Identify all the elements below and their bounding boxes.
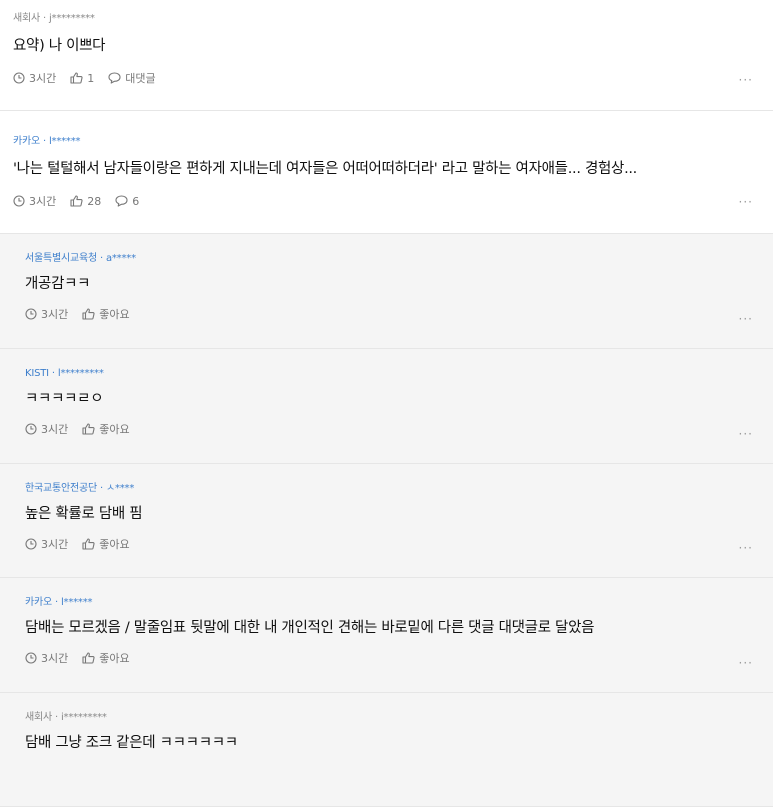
meta-separator: · [48, 368, 58, 379]
post-item[interactable]: 카카오 · l****** '나는 털털해서 남자들이랑은 편하게 지내는데 여… [0, 111, 773, 234]
reply-meta: 카카오 · l****** [25, 596, 753, 610]
reply-text: 담배 그냥 조크 같은데 ㅋㅋㅋㅋㅋㅋ [25, 734, 238, 751]
post-meta: 새회사 · j********* [13, 12, 761, 26]
time-stat: 3시간 [25, 421, 68, 437]
thumbs-up-icon [70, 72, 83, 84]
post-meta: 카카오 · l****** [13, 135, 761, 149]
like-label: 좋아요 [99, 537, 130, 551]
comment-button[interactable]: 6 [115, 195, 139, 208]
clock-icon [25, 308, 37, 320]
time-stat: 3시간 [13, 70, 56, 86]
reply-meta: KISTI · l********* [25, 367, 753, 381]
thumbs-up-icon [82, 308, 95, 320]
post-stats: 3시간 1 대댓글 [13, 70, 761, 86]
reply-meta: 한국교통안전공단 · ㅅ**** [25, 482, 753, 496]
more-dots-icon[interactable]: ··· [739, 541, 753, 555]
comment-count: 6 [132, 194, 140, 208]
clock-icon [13, 72, 25, 84]
reply-meta: 서울특별시교육청 · a***** [25, 252, 753, 266]
reply-meta: 새회사 · i********* [25, 711, 753, 725]
reply-stats: 3시간 좋아요 [25, 421, 753, 437]
post-item[interactable]: 새회사 · j********* 요약) 나 이쁘다 3시간 1 대댓글 ··· [0, 0, 773, 111]
thumbs-up-icon [82, 423, 95, 435]
reply-stats: 3시간 좋아요 [25, 306, 753, 322]
reply-text: 담배는 모르겠음 / 말줄임표 뒷말에 대한 내 개인적인 견해는 바로밑에 다… [25, 620, 595, 637]
post-stats: 3시간 28 6 [13, 193, 761, 209]
time-stat: 3시간 [25, 650, 68, 666]
reply-text: 개공감ㅋㅋ [25, 276, 91, 292]
more-dots-icon[interactable]: ··· [739, 195, 753, 209]
post-title[interactable]: '나는 털털해서 남자들이랑은 편하게 지내는데 여자들은 어떠어떠하더라' 라… [13, 159, 761, 179]
time-text: 3시간 [29, 195, 57, 208]
reply-stats: 3시간 좋아요 [25, 536, 753, 552]
time-stat: 3시간 [25, 306, 68, 322]
company-name[interactable]: 카카오 [25, 597, 52, 608]
more-dots-icon[interactable]: ··· [739, 73, 753, 87]
feed: 새회사 · j********* 요약) 나 이쁘다 3시간 1 대댓글 ···… [0, 0, 773, 807]
thumbs-up-icon [82, 652, 95, 664]
user-id: i********* [60, 711, 107, 723]
meta-separator: · [52, 711, 61, 723]
more-dots-icon[interactable]: ··· [739, 427, 753, 441]
reply-item[interactable]: 서울특별시교육청 · a***** 개공감ㅋㅋ 3시간 좋아요 ··· [0, 234, 773, 349]
reply-text: ㅋㅋㅋㅋㄹㅇ [25, 391, 104, 407]
like-label: 좋아요 [99, 308, 130, 321]
post-title[interactable]: 요약) 나 이쁘다 [13, 36, 761, 56]
company-name[interactable]: 서울특별시교육청 [25, 253, 97, 264]
clock-icon [25, 538, 37, 550]
like-label: 좋아요 [99, 652, 130, 666]
more-dots-icon[interactable]: ··· [739, 656, 753, 670]
company-name[interactable]: 카카오 [13, 136, 40, 147]
like-button[interactable]: 좋아요 [82, 536, 130, 552]
user-id: ㅅ**** [105, 482, 135, 494]
like-button[interactable]: 좋아요 [82, 421, 130, 437]
clock-icon [25, 652, 37, 664]
user-id: l****** [48, 136, 81, 147]
speech-bubble-icon [108, 72, 121, 84]
meta-separator: · [97, 482, 106, 494]
thumbs-up-icon [70, 195, 83, 207]
like-count: 1 [87, 71, 95, 85]
clock-icon [25, 423, 37, 435]
more-dots-icon[interactable]: ··· [739, 312, 753, 326]
user-id: l****** [60, 597, 93, 609]
meta-separator: · [52, 597, 61, 609]
clock-icon [13, 195, 25, 207]
company-name[interactable]: 새회사 [25, 712, 52, 723]
like-button[interactable]: 28 [70, 195, 101, 208]
company-name[interactable]: 새회사 [13, 13, 40, 24]
reply-item[interactable]: KISTI · l********* ㅋㅋㅋㅋㄹㅇ 3시간 좋아요 ··· [0, 349, 773, 464]
reply-stats: 3시간 좋아요 [25, 650, 753, 666]
time-text: 3시간 [41, 308, 69, 321]
meta-separator: · [97, 253, 106, 264]
time-text: 3시간 [41, 423, 69, 436]
user-id: l********* [57, 368, 104, 379]
company-name[interactable]: KISTI [25, 368, 49, 379]
time-stat: 3시간 [13, 193, 56, 209]
user-id: a***** [105, 253, 136, 264]
speech-bubble-icon [115, 195, 128, 207]
company-name[interactable]: 한국교통안전공단 [25, 483, 97, 494]
time-text: 3시간 [29, 72, 57, 85]
like-button[interactable]: 좋아요 [82, 650, 130, 666]
comment-button[interactable]: 대댓글 [108, 70, 156, 86]
like-label: 좋아요 [99, 423, 130, 436]
meta-separator: · [40, 13, 49, 24]
reply-text: 높은 확률로 담배 핌 [25, 505, 143, 522]
time-stat: 3시간 [25, 536, 68, 552]
user-id: j********* [48, 13, 95, 24]
time-text: 3시간 [41, 537, 69, 551]
time-text: 3시간 [41, 652, 69, 666]
like-button[interactable]: 좋아요 [82, 306, 130, 322]
like-count: 28 [87, 194, 102, 208]
comment-label: 대댓글 [125, 72, 156, 85]
like-button[interactable]: 1 [70, 72, 94, 85]
reply-item[interactable]: 카카오 · l****** 담배는 모르겠음 / 말줄임표 뒷말에 대한 내 개… [0, 578, 773, 693]
meta-separator: · [40, 136, 49, 147]
reply-item[interactable]: 새회사 · i********* 담배 그냥 조크 같은데 ㅋㅋㅋㅋㅋㅋ [0, 692, 773, 807]
reply-item[interactable]: 한국교통안전공단 · ㅅ**** 높은 확률로 담배 핌 3시간 좋아요 ··· [0, 463, 773, 579]
thumbs-up-icon [82, 538, 95, 550]
